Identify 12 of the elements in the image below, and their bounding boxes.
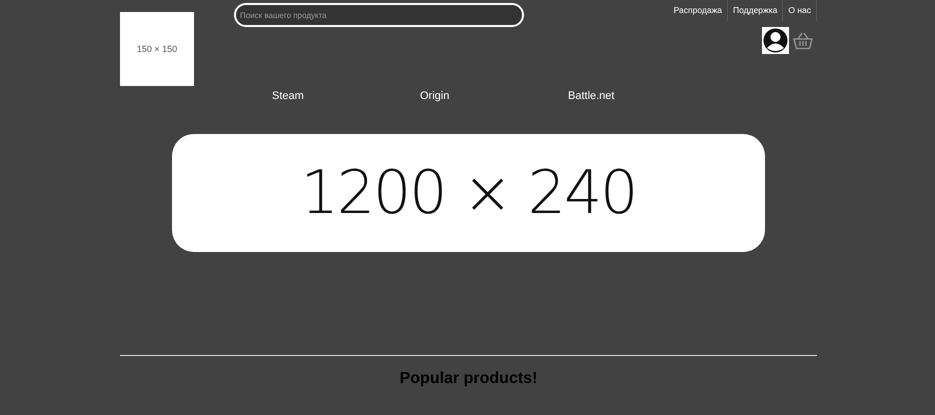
avatar-icon[interactable] bbox=[762, 27, 789, 54]
placeholder-label: 150 × 150 bbox=[136, 44, 178, 54]
placeholder-label: 1200 × 240 bbox=[300, 158, 636, 228]
section-title: Popular products! bbox=[398, 370, 538, 388]
platform-link[interactable]: Steam bbox=[272, 90, 420, 102]
top-link[interactable]: Поддержка bbox=[728, 0, 784, 21]
platform-link[interactable]: Battle.net bbox=[568, 90, 716, 102]
top-link[interactable]: Распродажа bbox=[668, 0, 728, 21]
platform-link[interactable]: Origin bbox=[420, 90, 568, 102]
search-field[interactable]: Поиск вашего продукта bbox=[234, 3, 524, 27]
basket-icon[interactable] bbox=[793, 32, 813, 50]
top-link[interactable]: О нас bbox=[783, 0, 817, 21]
